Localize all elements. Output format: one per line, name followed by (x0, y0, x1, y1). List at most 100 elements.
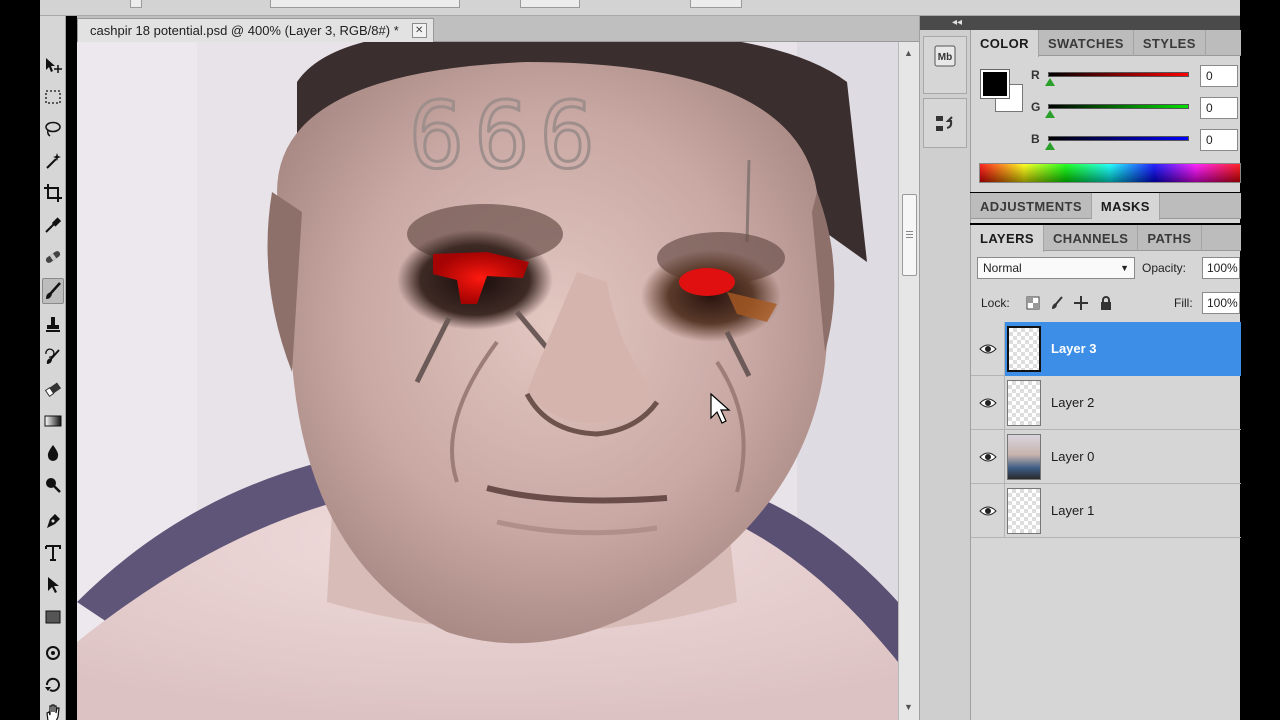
pen-tool-icon[interactable] (42, 508, 64, 534)
forehead-text: 666 (409, 82, 605, 189)
tab-styles[interactable]: STYLES (1134, 30, 1206, 56)
fill-label: Fill: (1174, 296, 1193, 310)
tab-channels[interactable]: CHANNELS (1044, 225, 1139, 251)
color-panel-tabs: COLOR SWATCHES STYLES (971, 30, 1241, 57)
layers-panel: LAYERS CHANNELS PATHS Normal ▼ Opacity: … (970, 225, 1241, 720)
3d-orbit-tool-icon[interactable] (42, 672, 64, 698)
options-field[interactable] (690, 0, 742, 8)
layer-row[interactable]: Layer 0 (971, 430, 1241, 484)
slider-b-knob[interactable] (1045, 142, 1055, 150)
rectangle-tool-icon[interactable] (42, 604, 64, 630)
layer-name-area[interactable]: Layer 3 (1005, 322, 1241, 376)
tab-layers[interactable]: LAYERS (971, 225, 1044, 252)
path-selection-tool-icon[interactable] (42, 572, 64, 598)
slider-r[interactable] (1045, 72, 1189, 86)
layer-name[interactable]: Layer 3 (1051, 341, 1097, 356)
mini-bridge-label: Mb (938, 52, 952, 63)
layer-name[interactable]: Layer 2 (1051, 395, 1094, 410)
magic-wand-tool-icon[interactable] (42, 148, 64, 174)
layers-panel-tabs: LAYERS CHANNELS PATHS (971, 225, 1241, 252)
layer-name[interactable]: Layer 0 (1051, 449, 1094, 464)
tab-color[interactable]: COLOR (971, 30, 1039, 57)
eye-icon[interactable] (971, 322, 1005, 376)
layer-thumbnail (1007, 326, 1041, 372)
type-tool-icon[interactable] (42, 540, 64, 566)
channel-label-b: B (1031, 132, 1040, 146)
canvas-vertical-scrollbar[interactable]: ▲ ▼ (898, 42, 919, 720)
channel-g-value[interactable]: 0 (1200, 97, 1238, 119)
dock-header: ◂◂ (920, 16, 1240, 30)
options-field[interactable] (520, 0, 580, 8)
eye-icon[interactable] (971, 376, 1005, 430)
clone-stamp-tool-icon[interactable] (42, 312, 64, 338)
scroll-thumb[interactable] (902, 194, 917, 276)
lock-all-icon[interactable] (1098, 295, 1114, 311)
eye-icon[interactable] (971, 484, 1005, 538)
scroll-up-icon[interactable]: ▲ (904, 48, 913, 58)
layer-row[interactable]: Layer 2 (971, 376, 1241, 430)
lasso-tool-icon[interactable] (42, 116, 64, 142)
lock-transparency-icon[interactable] (1025, 295, 1041, 311)
blend-mode-value: Normal (983, 261, 1022, 275)
options-control[interactable] (130, 0, 142, 8)
color-spectrum-ramp[interactable] (979, 163, 1241, 183)
document-canvas[interactable]: 666 (77, 42, 898, 720)
eye-icon[interactable] (971, 430, 1005, 484)
crop-tool-icon[interactable] (42, 180, 64, 206)
slider-g-knob[interactable] (1045, 110, 1055, 118)
brush-tool-icon[interactable] (42, 278, 64, 304)
collapse-panels-icon[interactable]: ◂◂ (952, 16, 962, 30)
options-bar (40, 0, 1240, 16)
channel-r-value[interactable]: 0 (1200, 65, 1238, 87)
history-brush-tool-icon[interactable] (42, 344, 64, 370)
close-icon[interactable]: ✕ (411, 23, 427, 38)
tab-swatches[interactable]: SWATCHES (1039, 30, 1134, 56)
mini-panel-brushes: Mb (923, 36, 967, 94)
slider-b[interactable] (1045, 136, 1189, 150)
blend-mode-select[interactable]: Normal ▼ (977, 257, 1135, 279)
eraser-tool-icon[interactable] (42, 376, 64, 402)
lock-pixels-icon[interactable] (1049, 295, 1065, 311)
opacity-field[interactable]: 100% (1202, 257, 1240, 279)
options-field[interactable] (270, 0, 460, 8)
history-icon[interactable] (934, 113, 956, 135)
adjustments-panel-tabs: ADJUSTMENTS MASKS (971, 193, 1241, 220)
blur-tool-icon[interactable] (42, 440, 64, 466)
eyedropper-tool-icon[interactable] (42, 212, 64, 238)
foreground-color-swatch[interactable] (980, 69, 1010, 99)
canvas-image: 666 (77, 42, 898, 720)
move-tool-icon[interactable] (42, 52, 64, 78)
lock-position-icon[interactable] (1073, 295, 1089, 311)
gradient-tool-icon[interactable] (42, 408, 64, 434)
mini-bridge-icon[interactable]: Mb (934, 45, 956, 67)
channel-label-g: G (1031, 100, 1041, 114)
slider-r-knob[interactable] (1045, 78, 1055, 86)
layer-name-area[interactable]: Layer 1 (1005, 484, 1241, 538)
scroll-down-icon[interactable]: ▼ (904, 702, 913, 712)
dodge-tool-icon[interactable] (42, 472, 64, 498)
layer-name[interactable]: Layer 1 (1051, 503, 1094, 518)
chevron-down-icon: ▼ (1120, 263, 1129, 273)
tab-paths[interactable]: PATHS (1138, 225, 1202, 251)
channel-b-value[interactable]: 0 (1200, 129, 1238, 151)
healing-brush-tool-icon[interactable] (42, 244, 64, 270)
document-tab[interactable]: cashpir 18 potential.psd @ 400% (Layer 3… (77, 18, 434, 42)
hand-tool-icon[interactable] (42, 700, 64, 720)
letterbox-left (0, 0, 40, 720)
layer-row[interactable]: Layer 3 (971, 322, 1241, 376)
tools-panel (40, 16, 66, 720)
layer-name-area[interactable]: Layer 0 (1005, 430, 1241, 484)
tab-masks[interactable]: MASKS (1091, 193, 1160, 220)
layer-thumbnail (1007, 380, 1041, 426)
tab-adjustments[interactable]: ADJUSTMENTS (971, 193, 1092, 219)
layer-thumbnail (1007, 488, 1041, 534)
slider-g[interactable] (1045, 104, 1189, 118)
fill-field[interactable]: 100% (1202, 292, 1240, 314)
layer-thumbnail-photo (1007, 434, 1041, 480)
channel-label-r: R (1031, 68, 1040, 82)
adjustments-panel: ADJUSTMENTS MASKS (970, 193, 1241, 223)
layer-name-area[interactable]: Layer 2 (1005, 376, 1241, 430)
3d-rotate-tool-icon[interactable] (42, 640, 64, 666)
layer-row[interactable]: Layer 1 (971, 484, 1241, 538)
marquee-tool-icon[interactable] (42, 84, 64, 110)
